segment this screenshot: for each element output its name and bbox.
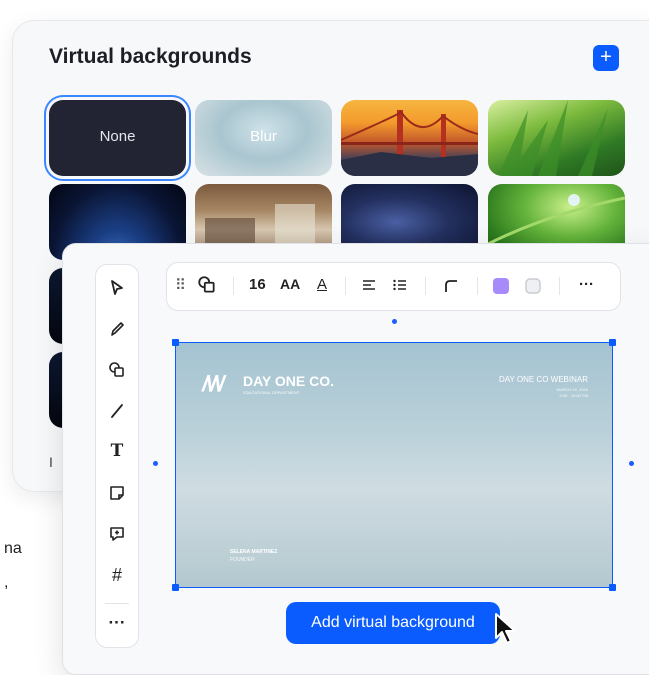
border-color-swatch[interactable] [524, 277, 542, 299]
text-color-button[interactable]: A [317, 276, 327, 293]
resize-handle-bottom-right[interactable] [609, 584, 616, 591]
whiteboard-editor: T # ··· ⠿ 16 AA A ··· /\/\/ DAY ONE CO. … [62, 243, 649, 675]
background-thumb-blur[interactable]: Blur [195, 100, 332, 176]
webinar-slide: /\/\/ DAY ONE CO. EDUCATIONAL DEPARTMENT… [176, 343, 612, 587]
grass-image [498, 100, 608, 176]
drag-handle-icon[interactable]: ⠿ [175, 276, 186, 294]
text-icon[interactable]: T [96, 441, 138, 461]
speaker-name: SELENA MARTINEZ [230, 549, 278, 555]
corner-radius-icon[interactable] [443, 278, 459, 298]
thumb-label: Blur [250, 128, 277, 145]
brand-name: DAY ONE CO. [243, 373, 335, 389]
frame-icon[interactable]: # [96, 565, 138, 586]
add-background-button[interactable]: + [593, 45, 619, 71]
brand-logo: /\/\/ [202, 371, 225, 396]
event-date: MARCH 22, 2024 [556, 387, 588, 392]
resize-handle-top-right[interactable] [609, 339, 616, 346]
brand-subtitle: EDUCATIONAL DEPARTMENT [243, 390, 300, 395]
background-thumb-none[interactable]: None [49, 100, 186, 176]
divider [559, 277, 560, 295]
connector-dot-right[interactable] [629, 461, 634, 466]
background-thumb-golden-gate-bridge[interactable] [341, 100, 478, 176]
tools-toolbar: T # ··· [95, 264, 139, 648]
shapes-icon[interactable] [96, 361, 138, 379]
pen-icon[interactable] [96, 320, 138, 338]
line-icon[interactable] [96, 402, 138, 420]
fill-color-swatch[interactable] [492, 277, 510, 299]
divider [477, 277, 478, 295]
divider [233, 277, 234, 295]
sticky-note-icon[interactable] [96, 484, 138, 502]
comment-icon[interactable] [96, 525, 138, 543]
partial-text-2: , [4, 574, 9, 591]
shapes-format-icon[interactable] [197, 275, 217, 299]
partial-text-1: na [4, 540, 22, 557]
thumb-label: None [99, 128, 136, 145]
font-size-value[interactable]: 16 [249, 276, 266, 293]
resize-handle-bottom-left[interactable] [172, 584, 179, 591]
format-toolbar: ⠿ 16 AA A ··· [166, 262, 621, 311]
align-left-icon[interactable] [361, 278, 377, 298]
font-case-button[interactable]: AA [280, 276, 300, 292]
panel-title: Virtual backgrounds [49, 45, 252, 68]
rotate-handle[interactable] [392, 319, 397, 324]
list-icon[interactable] [392, 278, 408, 298]
mouse-cursor-icon [495, 613, 516, 644]
divider [425, 277, 426, 295]
event-title: DAY ONE CO WEBINAR [498, 375, 588, 384]
background-thumb-grass[interactable] [488, 100, 625, 176]
selected-canvas[interactable]: /\/\/ DAY ONE CO. EDUCATIONAL DEPARTMENT… [172, 339, 616, 591]
bridge-image [341, 110, 478, 176]
more-options-icon[interactable]: ··· [579, 276, 594, 293]
divider [345, 277, 346, 295]
connector-dot-left[interactable] [153, 461, 158, 466]
speaker-role: FOUNDER [230, 557, 255, 563]
resize-handle-top-left[interactable] [172, 339, 179, 346]
toolbar-divider [105, 603, 129, 604]
event-time: 9:00 - 10:00 PM [559, 393, 588, 398]
more-tools-icon[interactable]: ··· [96, 613, 138, 633]
add-virtual-background-button[interactable]: Add virtual background [286, 602, 500, 644]
select-icon[interactable] [96, 279, 138, 297]
